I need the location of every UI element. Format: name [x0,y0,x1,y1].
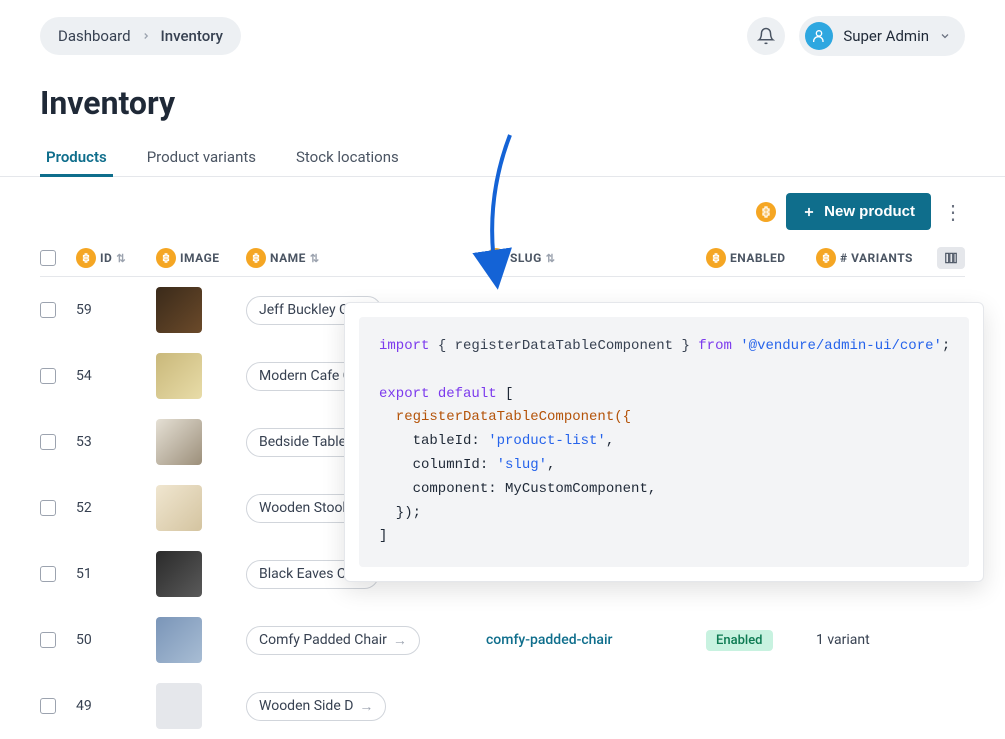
cell-id: 51 [76,566,156,582]
code-popover: import { registerDataTableComponent } fr… [344,302,984,582]
sort-icon[interactable]: ⇅ [116,252,126,265]
breadcrumb[interactable]: Dashboard Inventory [40,17,241,55]
extension-badge-icon [816,248,836,268]
table-row[interactable]: 50 Comfy Padded Chair→ comfy-padded-chai… [40,607,965,673]
enabled-badge: Enabled [706,630,773,651]
page-title: Inventory [0,64,1005,130]
row-checkbox[interactable] [40,500,56,516]
cell-id: 54 [76,368,156,384]
row-checkbox[interactable] [40,698,56,714]
sort-icon[interactable]: ⇅ [546,252,556,265]
column-enabled[interactable]: ENABLED [730,251,786,265]
avatar [805,22,833,50]
new-product-label: New product [824,203,915,220]
column-name[interactable]: NAME [270,251,306,265]
tabs: Products Product variants Stock location… [0,130,1005,177]
extension-badge-icon [246,248,266,268]
column-image[interactable]: IMAGE [180,251,220,265]
column-settings-button[interactable] [937,247,965,269]
cell-id: 59 [76,302,156,318]
sort-icon[interactable]: ⇅ [310,252,320,265]
product-thumbnail[interactable] [156,287,202,333]
cell-variants: 1 variant [816,632,946,648]
extension-badge-icon [756,202,776,222]
slug-link[interactable]: comfy-padded-chair [486,632,613,648]
row-checkbox[interactable] [40,632,56,648]
more-actions-button[interactable]: ⋮ [941,200,965,224]
row-checkbox[interactable] [40,434,56,450]
cell-id: 52 [76,500,156,516]
extension-badge-icon [76,248,96,268]
cell-id: 53 [76,434,156,450]
user-menu[interactable]: Super Admin [799,16,965,56]
row-checkbox[interactable] [40,302,56,318]
column-variants[interactable]: # VARIANTS [840,251,913,265]
breadcrumb-current: Inventory [161,27,223,45]
column-id[interactable]: ID [100,251,112,265]
notifications-button[interactable] [747,17,785,55]
product-thumbnail[interactable] [156,551,202,597]
code-block: import { registerDataTableComponent } fr… [359,317,969,567]
tab-products[interactable]: Products [40,138,113,176]
cell-id: 50 [76,632,156,648]
extension-badge-icon [706,248,726,268]
product-name-chip[interactable]: Comfy Padded Chair→ [246,626,420,655]
product-thumbnail[interactable] [156,419,202,465]
product-name-chip[interactable]: Wooden Side D→ [246,692,386,721]
new-product-button[interactable]: New product [786,193,931,230]
arrow-right-icon: → [359,698,373,715]
extension-badge-icon [156,248,176,268]
breadcrumb-root[interactable]: Dashboard [58,27,131,45]
extension-badge-icon [486,248,506,268]
cell-id: 49 [76,698,156,714]
table-row[interactable]: 49 Wooden Side D→ [40,673,965,739]
chevron-right-icon [141,27,151,45]
column-slug[interactable]: SLUG [510,251,542,265]
product-thumbnail[interactable] [156,617,202,663]
user-name: Super Admin [843,27,929,45]
chevron-down-icon [939,27,951,46]
row-checkbox[interactable] [40,566,56,582]
tab-product-variants[interactable]: Product variants [141,138,262,176]
product-thumbnail[interactable] [156,683,202,729]
table-header: ID ⇅ IMAGE NAME ⇅ SLUG ⇅ ENABLED # VARIA… [40,240,965,277]
row-checkbox[interactable] [40,368,56,384]
product-thumbnail[interactable] [156,485,202,531]
arrow-right-icon: → [393,632,407,649]
select-all-checkbox[interactable] [40,250,56,266]
product-thumbnail[interactable] [156,353,202,399]
tab-stock-locations[interactable]: Stock locations [290,138,405,176]
